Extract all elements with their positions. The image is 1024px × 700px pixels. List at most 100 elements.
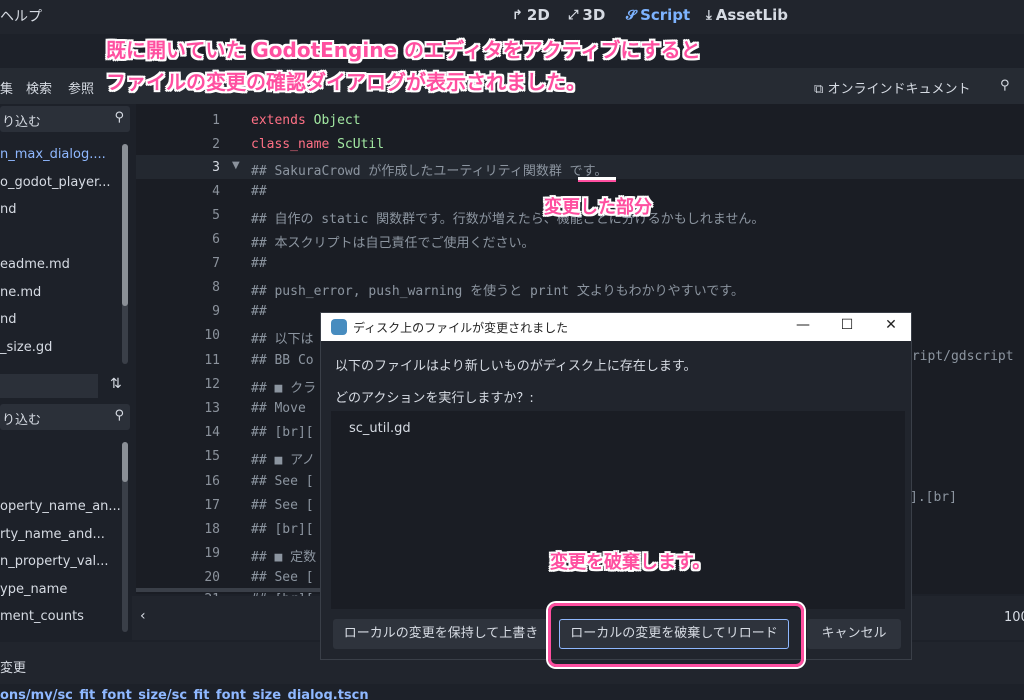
annotation-changed-part: 変更した部分 xyxy=(544,197,652,218)
godot-logo-icon xyxy=(331,319,347,335)
script-list-item[interactable]: nd xyxy=(0,202,17,217)
code-token: ## [br][ xyxy=(251,522,314,537)
workspace-assetlib-button[interactable]: ⤓ AssetLib xyxy=(706,6,788,24)
line-number: 15 xyxy=(204,449,220,464)
search-icon: ⚲ xyxy=(114,408,124,423)
dialog-title-bar[interactable]: ディスク上のファイルが変更されました — ☐ ✕ xyxy=(321,313,911,341)
menu-search[interactable]: 検索 xyxy=(26,78,52,97)
line-number: 2 xyxy=(212,137,220,152)
workspace-script-button[interactable]: 𝓢 Script xyxy=(626,6,690,24)
line-number: 12 xyxy=(204,377,220,392)
code-line: ## See [ xyxy=(251,474,314,489)
code-line: ## [br][ xyxy=(251,425,314,440)
code-line: ## 本スクリプトは自己責任でご使用ください。 xyxy=(251,232,534,251)
line-number: 20 xyxy=(204,570,220,585)
dialog-title: ディスク上のファイルが変更されました xyxy=(353,321,569,335)
method-list-item[interactable]: rty_name_and... xyxy=(0,527,105,542)
file-path-text: ons/my/sc_fit_font_size/sc_fit_font_size… xyxy=(0,688,369,700)
2d-transform-icon: ↱ xyxy=(512,7,523,23)
method-list-scrollbar[interactable] xyxy=(122,442,128,632)
code-line: ## ■ 定数 xyxy=(251,546,316,565)
script-list-item[interactable]: _size.gd xyxy=(0,340,52,355)
code-line: ## ■ アノ xyxy=(251,449,315,468)
code-token: ## 本スクリプトは自己責任でご使用ください。 xyxy=(251,236,535,251)
code-line: extends Object xyxy=(251,113,361,128)
code-token: ScUtil xyxy=(329,137,385,152)
script-list-item[interactable]: eadme.md xyxy=(0,257,70,272)
code-token: ## [br][ xyxy=(251,425,314,440)
line-number: 7 xyxy=(212,256,220,271)
filter-scripts-input[interactable]: り込む ⚲ xyxy=(0,106,130,132)
toggle-panel-icon[interactable]: ‹ xyxy=(140,608,146,624)
dialog-message: 以下のファイルはより新しいものがディスク上に存在します。 xyxy=(335,359,697,374)
code-token: ## ■ クラ xyxy=(251,381,317,396)
script-list-item[interactable]: n_max_dialog.... xyxy=(0,147,106,162)
code-line: ## push_error, push_warning を使うと print 文… xyxy=(251,280,744,299)
filter-methods-input[interactable]: り込む ⚲ xyxy=(0,404,130,430)
line-number: 1 xyxy=(212,113,220,128)
workspace-2d-button[interactable]: ↱ 2D xyxy=(512,6,550,24)
line-number: 17 xyxy=(204,498,220,513)
method-list-item[interactable]: n_property_val... xyxy=(0,554,109,569)
code-line: ## See [ xyxy=(251,498,314,513)
menu-help[interactable]: ヘルプ xyxy=(0,6,42,26)
method-list-item[interactable]: ype_name xyxy=(0,582,67,597)
keep-local-overwrite-button[interactable]: ローカルの変更を保持して上書き xyxy=(333,619,549,649)
code-token: ## 自作の static 関数群です。行数が増えたら、機能ごとに分けるかもしれ… xyxy=(251,212,765,227)
code-line: ## xyxy=(251,304,267,319)
fold-arrow-icon[interactable]: ▼ xyxy=(232,160,240,171)
script-list-scrollbar[interactable] xyxy=(122,144,128,364)
cancel-button[interactable]: キャンセル xyxy=(807,619,901,649)
script-list-item[interactable]: ne.md xyxy=(0,285,41,300)
code-line: class_name ScUtil xyxy=(251,137,384,152)
menu-edit[interactable]: 集 xyxy=(0,78,13,97)
changed-file-item[interactable]: sc_util.gd xyxy=(349,421,411,436)
line-number: 10 xyxy=(204,328,220,343)
download-icon: ⤓ xyxy=(706,7,712,23)
sort-icon[interactable]: ⇅ xyxy=(110,376,122,392)
method-list-item[interactable]: operty_name_an... xyxy=(0,499,121,514)
code-line-fragment: ].[br] xyxy=(910,490,957,505)
bottom-panel-label: 変更 xyxy=(0,661,27,676)
annotation-discard-note: 変更を破棄します。 xyxy=(550,552,711,573)
menu-goto[interactable]: 参照 xyxy=(68,78,94,97)
close-icon[interactable]: ✕ xyxy=(881,317,901,333)
code-token: ## See [ xyxy=(251,474,314,489)
script-list-item[interactable]: o_godot_player... xyxy=(0,175,111,190)
method-list-item[interactable]: ment_counts xyxy=(0,609,84,624)
code-token: ## See [ xyxy=(251,498,314,513)
script-list-item[interactable]: nd xyxy=(0,312,17,327)
zoom-level[interactable]: 100 xyxy=(1004,610,1024,625)
code-line: ## See [ xyxy=(251,570,314,585)
code-line: ## Move xyxy=(251,401,306,416)
search-help-icon[interactable]: ⚲ xyxy=(1000,78,1010,93)
code-line: ## [br][ xyxy=(251,522,314,537)
line-number: 3 xyxy=(212,160,220,175)
scrollbar-thumb[interactable] xyxy=(122,144,128,306)
code-line: ## SakuraCrowd が作成したユーティリティ関数群 です。 xyxy=(251,160,607,179)
script-sort-field[interactable] xyxy=(0,374,98,398)
line-number: 11 xyxy=(204,353,220,368)
line-number: 14 xyxy=(204,425,220,440)
code-token: ## xyxy=(251,256,267,271)
annotation-highlight-box xyxy=(548,603,804,667)
line-number: 6 xyxy=(212,232,220,247)
code-token: class_name xyxy=(251,137,330,152)
code-line: ## 以下は xyxy=(251,328,313,347)
code-line: ## 自作の static 関数群です。行数が増えたら、機能ごとに分けるかもしれ… xyxy=(251,208,764,227)
workspace-3d-button[interactable]: ⤢ 3D xyxy=(568,6,605,24)
external-link-icon: ⧉ xyxy=(814,82,824,97)
scrollbar-thumb[interactable] xyxy=(122,442,128,482)
3d-transform-icon: ⤢ xyxy=(568,7,579,23)
minimize-icon[interactable]: — xyxy=(793,317,813,333)
line-number: 4 xyxy=(212,184,220,199)
line-number: 9 xyxy=(212,304,220,319)
code-token: ## Move xyxy=(251,401,306,416)
code-token: ## xyxy=(251,184,267,199)
maximize-icon[interactable]: ☐ xyxy=(837,317,857,333)
line-number: 16 xyxy=(204,474,220,489)
code-token: ## 以下は xyxy=(251,332,314,347)
search-icon: ⚲ xyxy=(114,110,124,125)
online-docs-button[interactable]: ⧉ オンラインドキュメント xyxy=(814,78,970,97)
code-line: ## ■ クラ xyxy=(251,377,316,396)
